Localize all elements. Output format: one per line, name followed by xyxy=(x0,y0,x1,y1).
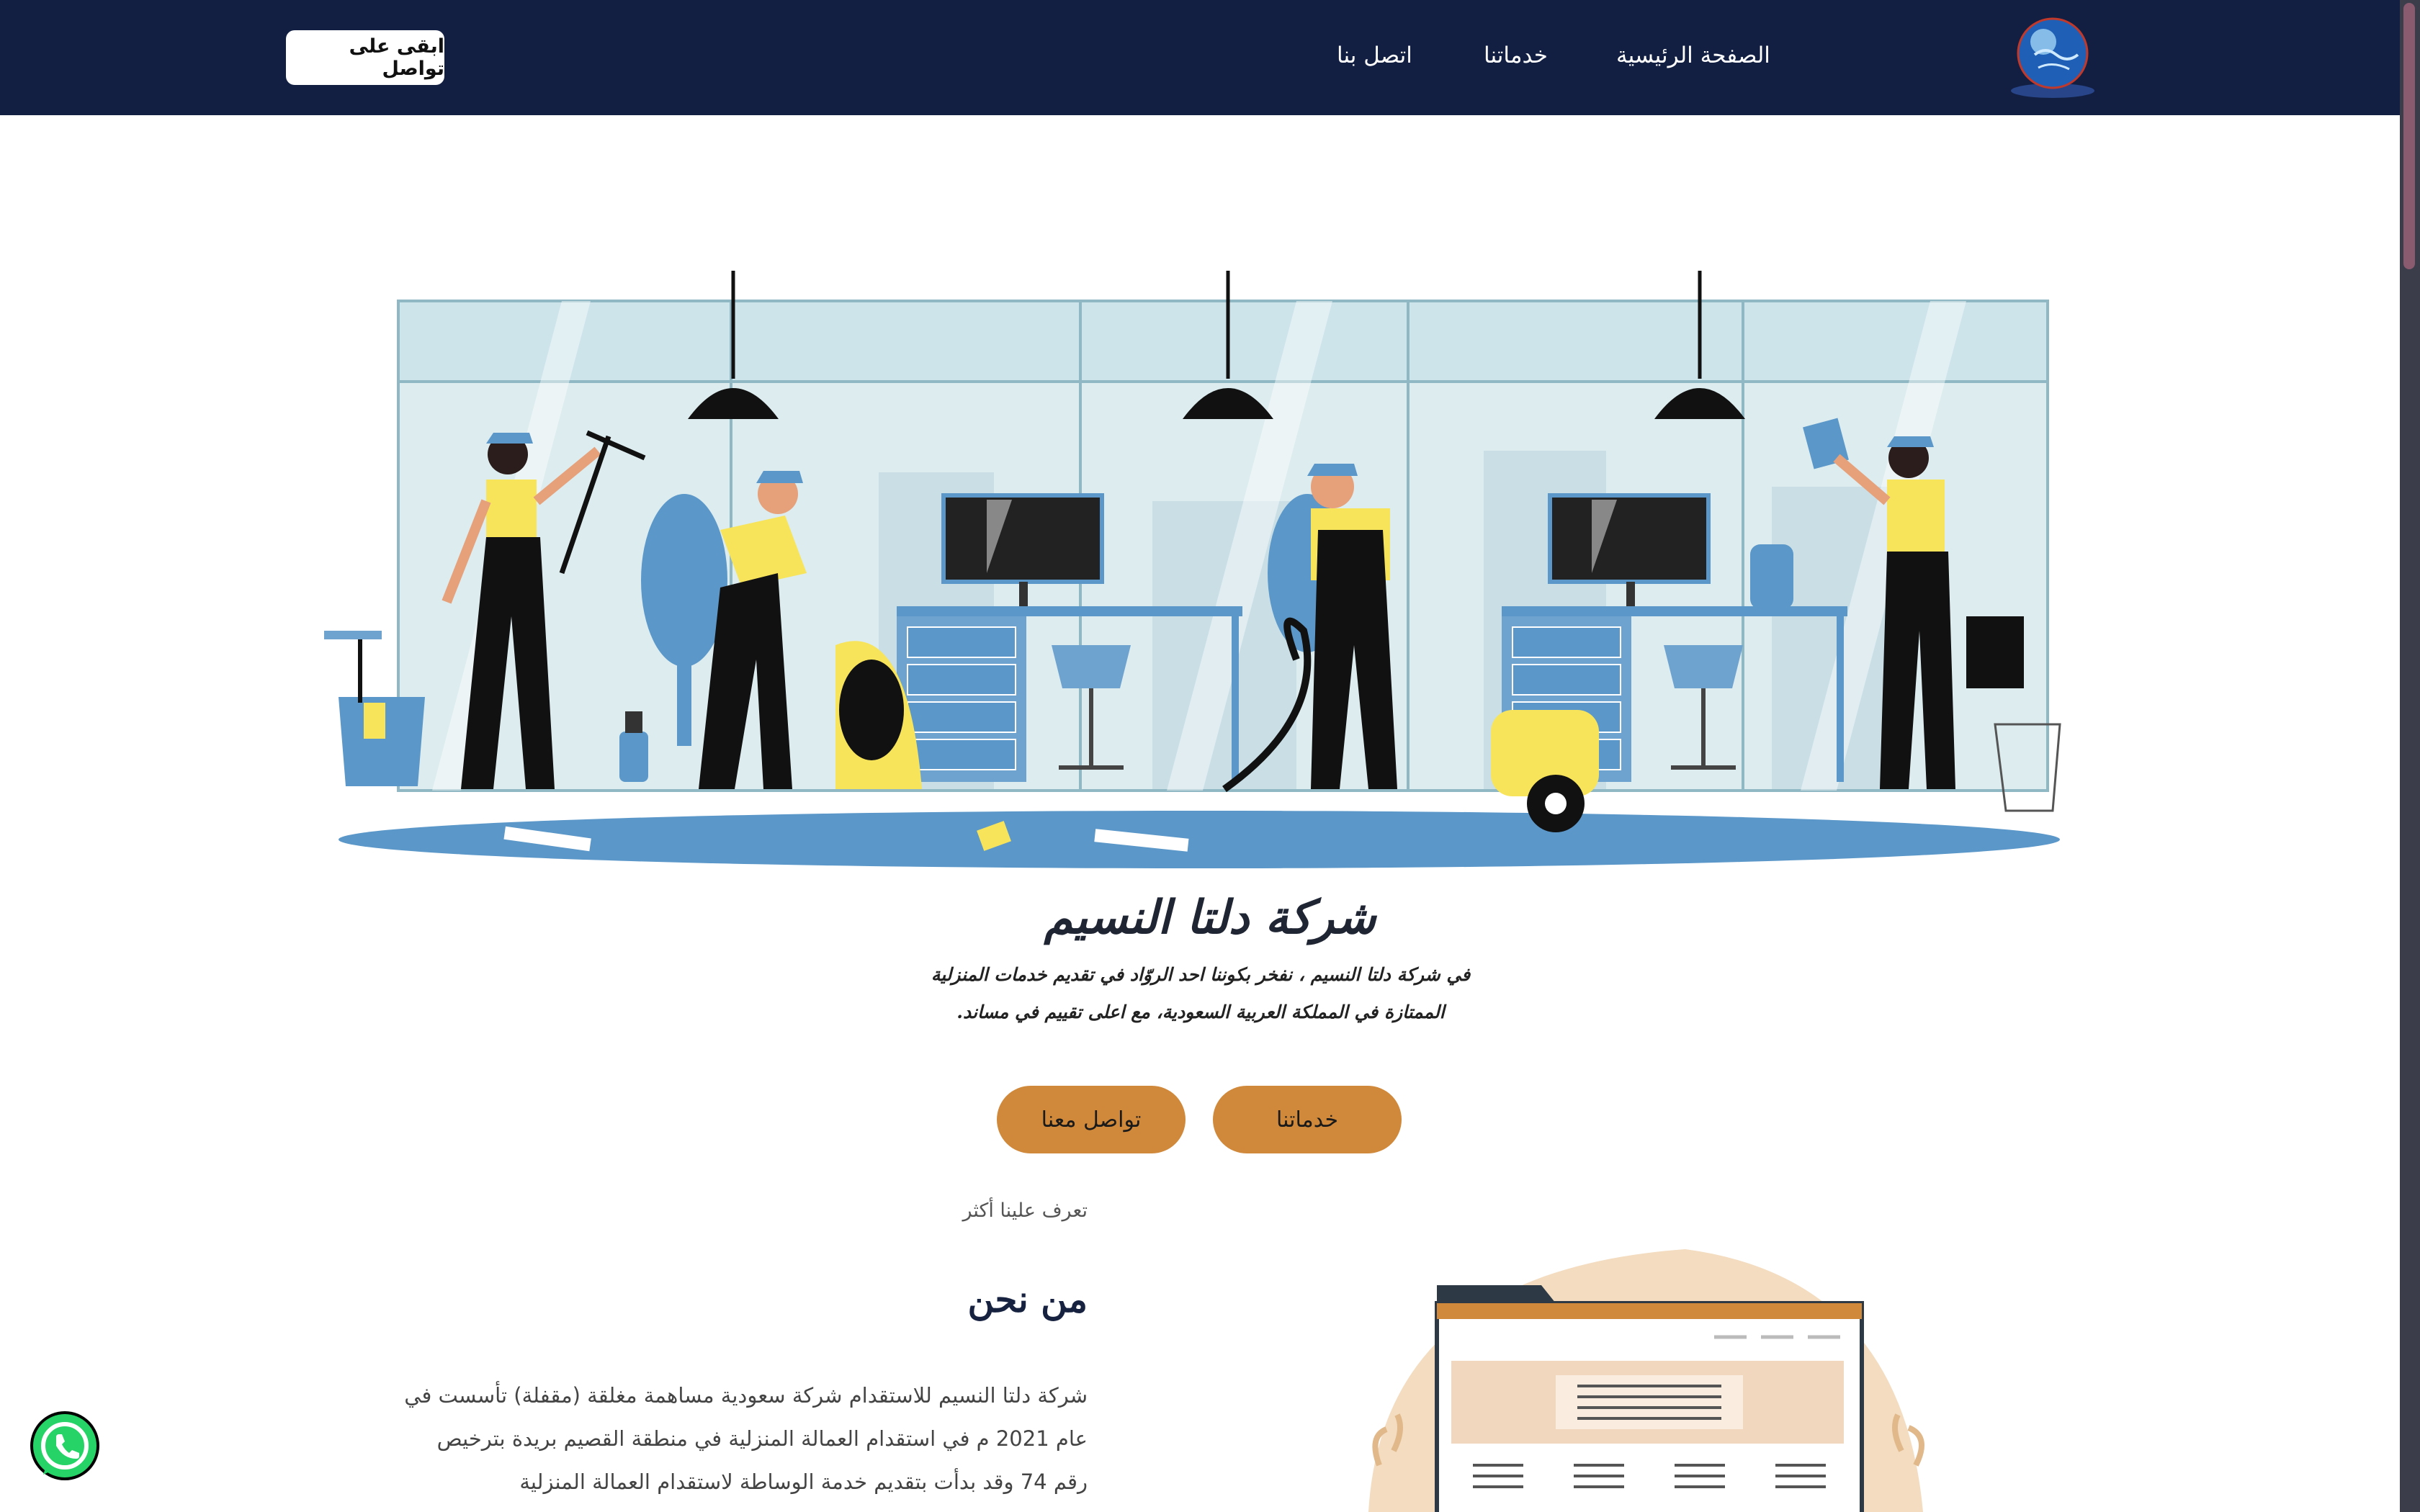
nav-home-link[interactable]: الصفحة الرئيسية xyxy=(1616,37,1770,73)
globe-logo-icon[interactable] xyxy=(2006,10,2099,104)
services-button[interactable]: خدماتنا xyxy=(1213,1086,1402,1153)
contact-us-button[interactable]: تواصل معنا xyxy=(997,1086,1186,1153)
stay-in-touch-button[interactable]: ابقى على تواصل xyxy=(286,30,444,85)
about-title: من نحن xyxy=(967,1278,1088,1320)
website-illustration xyxy=(1368,1249,1924,1512)
hero-description: في شركة دلتا النسيم ، نفخر بكوننا احد ال… xyxy=(931,964,1471,1022)
nav-contact-link[interactable]: اتصل بنا xyxy=(1337,37,1412,73)
about-text: شركة دلتا النسيم للاستقدام شركة سعودية م… xyxy=(404,1383,1088,1494)
nav-services-link[interactable]: خدماتنا xyxy=(1484,37,1548,73)
navbar: الصفحة الرئيسية خدماتنا اتصل بنا ابقى عل… xyxy=(0,0,2400,115)
about-kicker: تعرف علينا أكثر xyxy=(962,1200,1088,1222)
cleaning-team-illustration xyxy=(324,271,2061,868)
hero-title: شركة دلتا النسيم xyxy=(1044,891,1376,945)
whatsapp-icon[interactable] xyxy=(27,1410,102,1485)
scrollbar-thumb[interactable] xyxy=(2403,3,2415,269)
